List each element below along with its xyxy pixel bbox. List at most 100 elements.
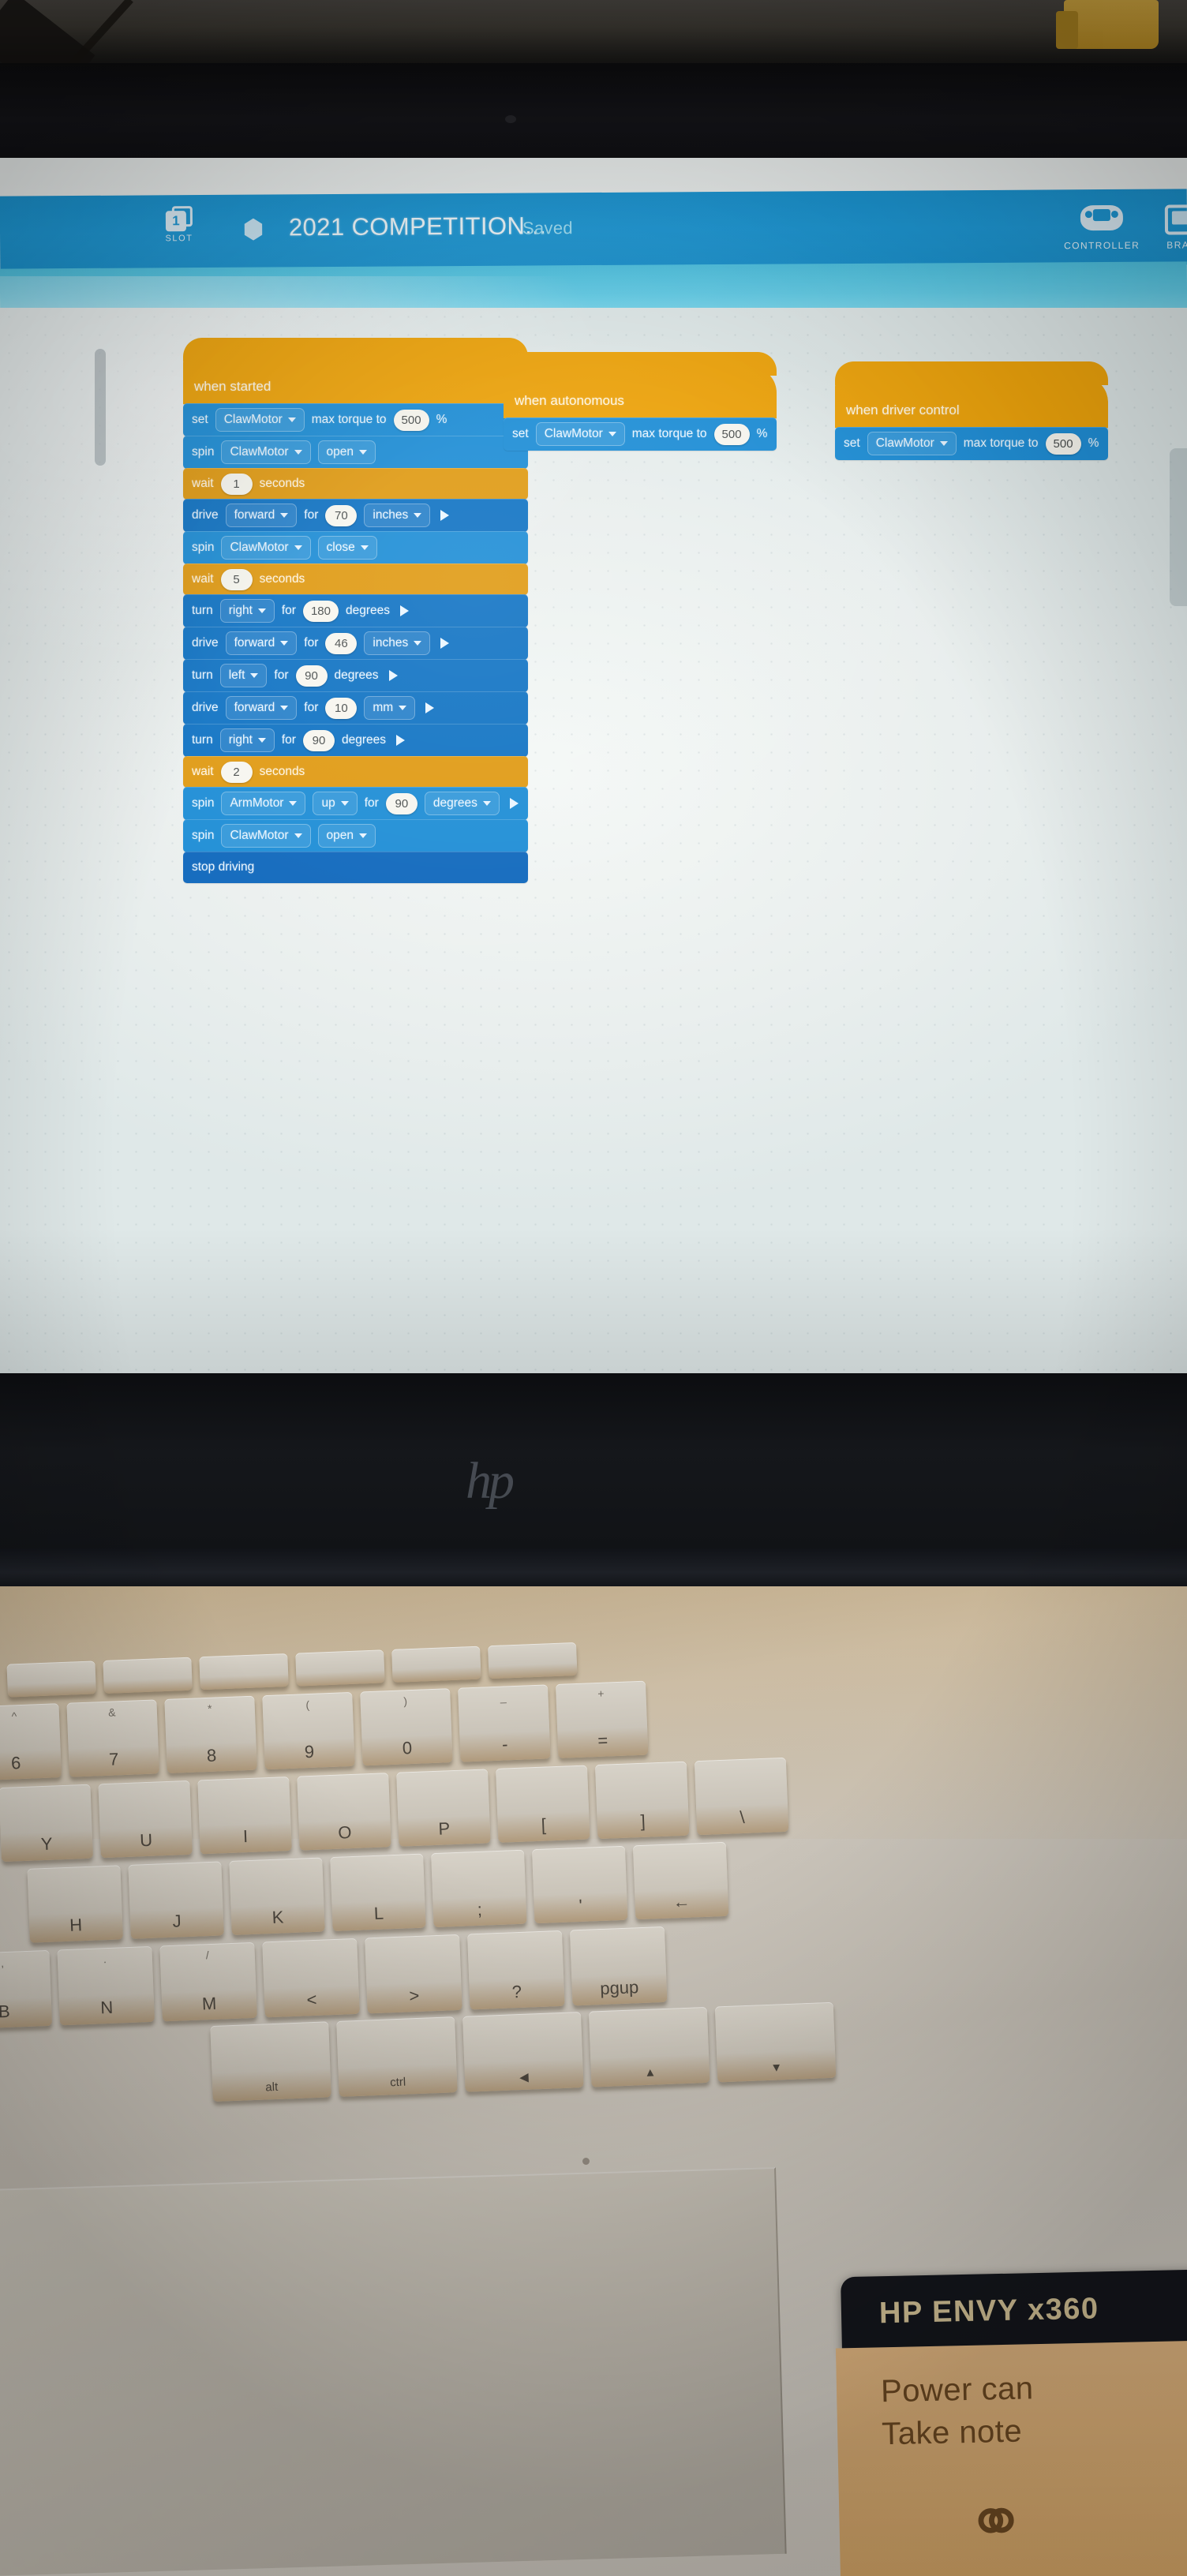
block-dropdown[interactable]: ClawMotor (221, 824, 311, 848)
block-spin-for[interactable]: spin ArmMotor up for 90 degrees (183, 787, 528, 820)
brain-button[interactable]: BRAIN (1146, 200, 1187, 251)
block-dropdown[interactable]: mm (364, 696, 416, 720)
key-h[interactable]: H (27, 1865, 123, 1943)
key--[interactable]: ▼ (714, 2001, 837, 2083)
workspace-right-scrollbar[interactable] (1170, 448, 1187, 606)
play-arrow-icon[interactable] (388, 670, 398, 681)
block-number-input[interactable]: 90 (302, 729, 335, 751)
block-dropdown[interactable]: forward (225, 631, 298, 655)
key--[interactable]: ] (594, 1761, 690, 1840)
block-dropdown[interactable]: right (219, 728, 275, 752)
key-8[interactable]: * 8 (164, 1695, 257, 1773)
block-number-input[interactable]: 500 (1045, 432, 1081, 455)
block-set-max-torque[interactable]: set ClawMotor max torque to 500% (835, 427, 1109, 460)
block-dropdown[interactable]: ArmMotor (221, 792, 306, 815)
key-0[interactable]: ) 0 (360, 1688, 453, 1766)
hexagon-icon[interactable] (243, 219, 264, 241)
play-arrow-icon[interactable] (509, 798, 519, 809)
block-dropdown[interactable]: degrees (424, 792, 500, 815)
key-y[interactable]: Y (0, 1784, 93, 1863)
key--[interactable]: ? (467, 1930, 565, 2010)
hat-block[interactable]: when driver control (835, 361, 1109, 428)
block-turn-for[interactable]: turn right for 180 degrees (183, 594, 528, 627)
key-p[interactable]: P (396, 1769, 491, 1847)
block-wait[interactable]: wait 5 seconds (183, 564, 528, 595)
key--[interactable]: + = (555, 1680, 649, 1758)
block-number-input[interactable]: 90 (385, 792, 418, 814)
key-k[interactable]: K (229, 1857, 325, 1935)
block-dropdown[interactable]: left (219, 664, 268, 687)
key-n[interactable]: .N (57, 1945, 155, 2026)
key--[interactable]: ← (632, 1841, 729, 1920)
controller-button[interactable]: CONTROLLER (1064, 200, 1140, 251)
key-[interactable] (103, 1657, 193, 1694)
block-dropdown[interactable]: forward (225, 504, 298, 527)
hat-block[interactable]: when started (183, 338, 528, 404)
block-wait[interactable]: wait 2 seconds (183, 756, 528, 788)
block-dropdown[interactable]: ClawMotor (221, 440, 311, 464)
block-stack-when-autonomous[interactable]: when autonomous set ClawMotor max torque to… (504, 352, 777, 451)
block-number-input[interactable]: 500 (393, 409, 429, 431)
key--[interactable]: [ (495, 1765, 590, 1843)
block-drive-for[interactable]: drive forward for 10 mm (183, 691, 528, 724)
block-spin[interactable]: spin ClawMotor open (183, 436, 528, 469)
workspace-vertical-scrollbar[interactable] (95, 349, 106, 466)
block-drive-for[interactable]: drive forward for 70 inches (183, 499, 528, 532)
key--[interactable]: < (262, 1938, 360, 2018)
block-set-max-torque[interactable]: set ClawMotor max torque to 500% (183, 403, 528, 436)
key--[interactable]: ' (531, 1845, 628, 1924)
block-dropdown[interactable]: up (313, 792, 358, 815)
key-[interactable] (488, 1642, 578, 1679)
block-stack-when-started[interactable]: when started set ClawMotor max torque to 500… (183, 338, 528, 883)
key-i[interactable]: I (197, 1777, 292, 1855)
key-9[interactable]: (9 (262, 1691, 355, 1770)
block-workspace[interactable]: when started set ClawMotor max torque to 500… (0, 276, 1187, 1373)
block-wait[interactable]: wait 1 seconds (183, 468, 528, 500)
key-7[interactable]: & 7 (66, 1699, 159, 1777)
block-number-input[interactable]: 1 (220, 473, 253, 495)
block-number-input[interactable]: 180 (302, 600, 339, 622)
block-number-input[interactable]: 10 (325, 697, 358, 719)
key-pgup[interactable]: pgup (569, 1926, 668, 2006)
play-arrow-icon[interactable] (440, 638, 450, 649)
block-dropdown[interactable]: ClawMotor (221, 536, 311, 560)
key-l[interactable]: L (330, 1853, 426, 1932)
key--[interactable]: ; (431, 1849, 527, 1928)
block-dropdown[interactable]: inches (364, 504, 431, 527)
key--[interactable]: ▲ (588, 2006, 710, 2087)
slot-button[interactable]: 1 SLOT (155, 204, 204, 261)
block-stop-driving[interactable]: stop driving (183, 852, 528, 883)
hat-block[interactable]: when autonomous (504, 352, 777, 418)
key-j[interactable]: J (128, 1861, 224, 1939)
block-number-input[interactable]: 2 (220, 761, 253, 783)
block-dropdown[interactable]: forward (225, 696, 298, 720)
key-m[interactable]: / M (159, 1941, 257, 2022)
block-turn-for[interactable]: turn right for 90 degrees (183, 724, 528, 757)
key-alt[interactable]: alt (210, 2021, 331, 2102)
play-arrow-icon[interactable] (440, 510, 450, 521)
play-arrow-icon[interactable] (425, 702, 435, 713)
laptop-keyboard[interactable]: ^ 6 & 7 * 8(9) 0 _ - + = Y U I O P[] \ H J K L; ' ←, B. N / M < >? pg… (0, 1617, 1187, 2163)
key-[interactable] (391, 1646, 481, 1683)
touchpad[interactable] (0, 2166, 787, 2576)
block-stack-when-driver-control[interactable]: when driver control set ClawMotor max torqu… (835, 361, 1109, 460)
block-dropdown[interactable]: right (219, 599, 275, 623)
block-dropdown[interactable]: ClawMotor (535, 422, 625, 446)
key-o[interactable]: O (297, 1773, 391, 1851)
block-dropdown[interactable]: open (317, 824, 376, 848)
project-title[interactable]: 2021 COMPETITION... (289, 212, 547, 242)
key--[interactable]: _ - (458, 1684, 551, 1762)
block-turn-for[interactable]: turn left for 90 degrees (183, 659, 528, 692)
block-set-max-torque[interactable]: set ClawMotor max torque to 500% (504, 417, 777, 451)
key-[interactable] (6, 1661, 96, 1698)
play-arrow-icon[interactable] (400, 605, 410, 616)
block-number-input[interactable]: 46 (325, 632, 358, 654)
key-6[interactable]: ^ 6 (0, 1703, 62, 1781)
play-arrow-icon[interactable] (395, 735, 405, 746)
block-number-input[interactable]: 500 (713, 423, 750, 445)
block-spin[interactable]: spin ClawMotor open (183, 819, 528, 852)
key-ctrl[interactable]: ctrl (336, 2016, 458, 2097)
block-dropdown[interactable]: close (317, 536, 377, 560)
block-dropdown[interactable]: ClawMotor (215, 408, 305, 432)
key-[interactable] (295, 1649, 385, 1687)
